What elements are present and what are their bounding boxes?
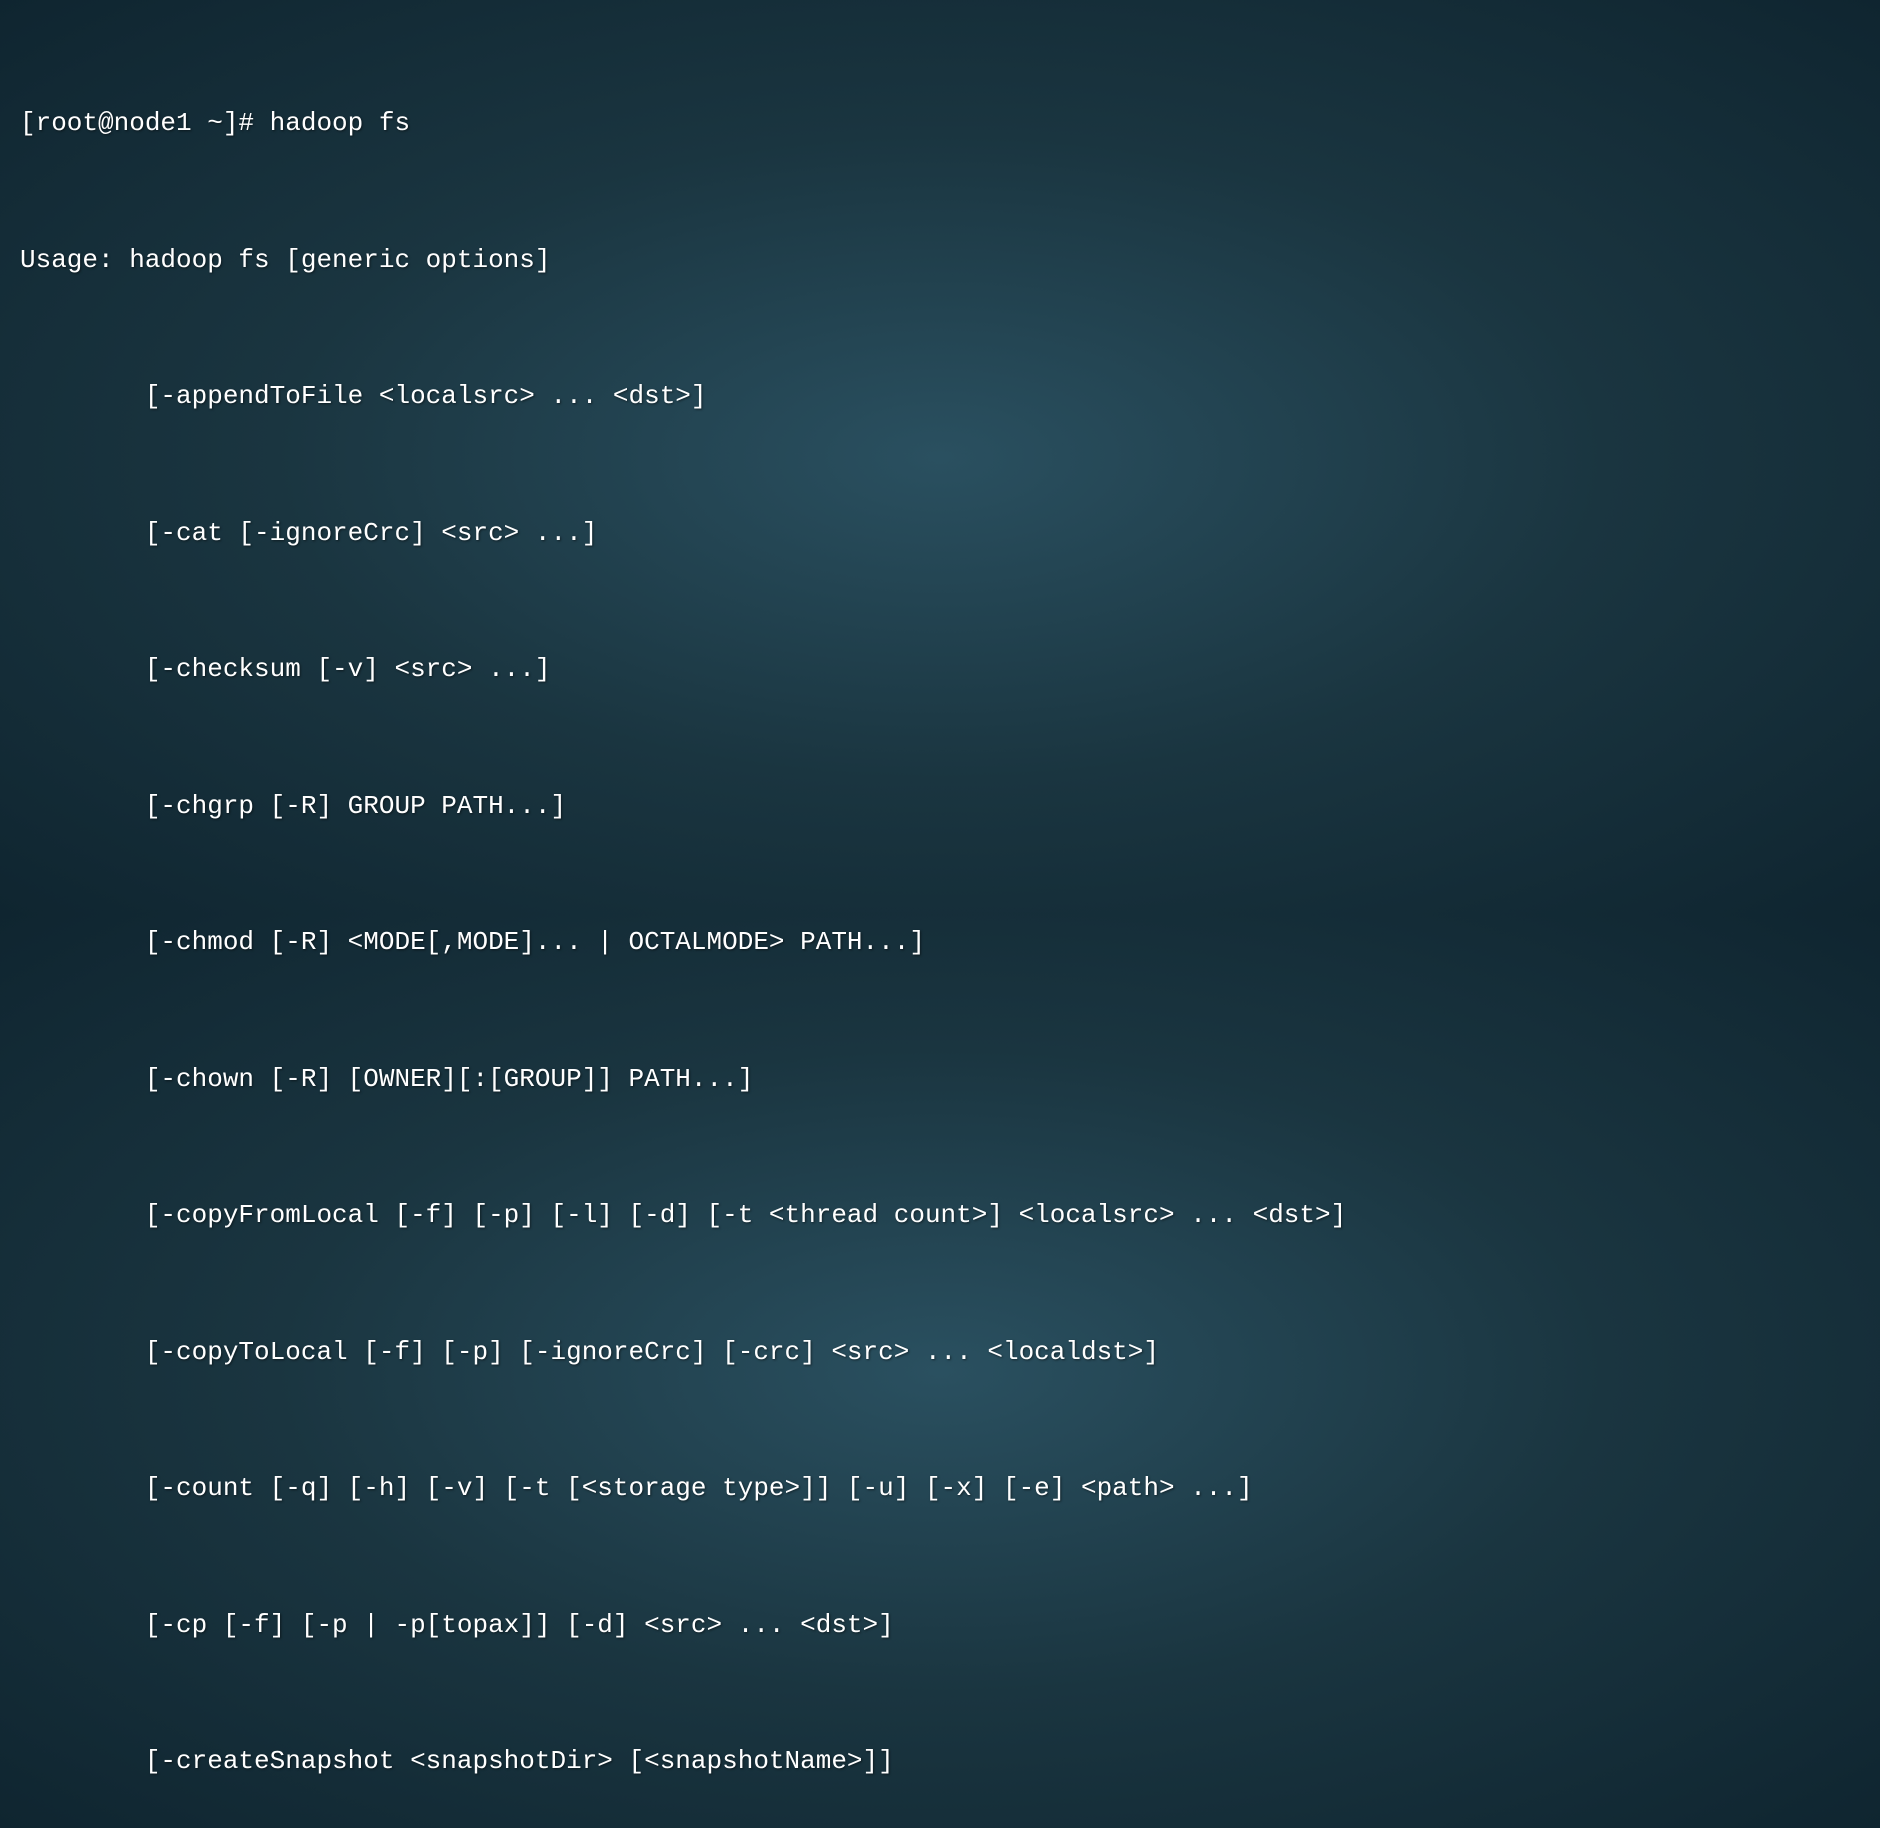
terminal-output: [root@node1 ~]# hadoop fs Usage: hadoop … <box>20 10 1860 1828</box>
usage-line: Usage: hadoop fs [generic options] <box>20 238 1860 284</box>
option-line: [-chmod [-R] <MODE[,MODE]... | OCTALMODE… <box>20 920 1860 966</box>
option-line: [-count [-q] [-h] [-v] [-t [<storage typ… <box>20 1466 1860 1512</box>
option-line: [-createSnapshot <snapshotDir> [<snapsho… <box>20 1739 1860 1785</box>
option-line: [-copyFromLocal [-f] [-p] [-l] [-d] [-t … <box>20 1193 1860 1239</box>
prompt-line: [root@node1 ~]# hadoop fs <box>20 101 1860 147</box>
option-line: [-copyToLocal [-f] [-p] [-ignoreCrc] [-c… <box>20 1330 1860 1376</box>
option-line: [-checksum [-v] <src> ...] <box>20 647 1860 693</box>
option-line: [-cp [-f] [-p | -p[topax]] [-d] <src> ..… <box>20 1603 1860 1649</box>
option-line: [-appendToFile <localsrc> ... <dst>] <box>20 374 1860 420</box>
option-line: [-chgrp [-R] GROUP PATH...] <box>20 784 1860 830</box>
option-line: [-chown [-R] [OWNER][:[GROUP]] PATH...] <box>20 1057 1860 1103</box>
option-line: [-cat [-ignoreCrc] <src> ...] <box>20 511 1860 557</box>
